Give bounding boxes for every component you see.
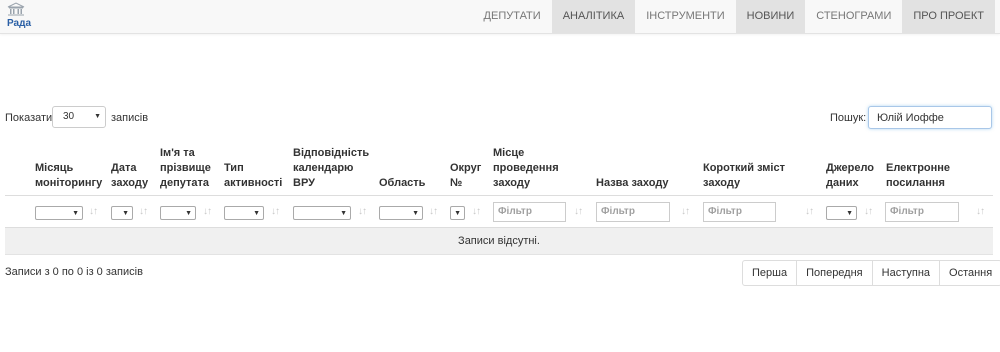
nav-deputies[interactable]: Депутати (473, 0, 552, 33)
filter-region[interactable]: ▼ (379, 206, 423, 220)
sort-icon[interactable]: ↓↑ (429, 206, 438, 217)
sort-icon[interactable]: ↓↑ (89, 206, 98, 217)
sort-icon[interactable]: ↓↑ (681, 206, 690, 217)
caret-down-icon: ▼ (94, 113, 101, 120)
header-activity-type[interactable]: Тип активності (224, 145, 286, 191)
sort-icon[interactable]: ↓↑ (358, 206, 367, 217)
next-page-button[interactable]: Наступна (871, 260, 941, 286)
caret-down-icon: ▼ (412, 210, 419, 217)
filter-event-name[interactable]: Фільтр (596, 202, 670, 222)
filter-event-location[interactable]: Фільтр (493, 202, 566, 222)
previous-page-button[interactable]: Попередня (796, 260, 873, 286)
sort-icon[interactable]: ↓↑ (271, 206, 280, 217)
header-region[interactable]: Область (379, 145, 433, 191)
filter-monitoring-month[interactable]: ▼ (35, 206, 83, 220)
page-length-suffix: записів (111, 112, 149, 124)
page-length-select[interactable]: 30 ▼ (52, 106, 106, 128)
sort-icon[interactable]: ↓↑ (574, 206, 583, 217)
filter-calendar-match[interactable]: ▼ (293, 206, 351, 220)
filter-event-summary[interactable]: Фільтр (703, 202, 776, 222)
sort-icon[interactable]: ↓↑ (203, 206, 212, 217)
sort-icon[interactable]: ↓↑ (472, 206, 481, 217)
filter-deputy-name[interactable]: ▼ (160, 206, 196, 220)
header-data-source[interactable]: Джерело даних (826, 145, 880, 191)
header-deputy-name[interactable]: Ім'я та прізвище депутата (160, 145, 218, 191)
last-page-button[interactable]: Остання (939, 260, 1000, 286)
header-divider (5, 195, 993, 196)
header-electronic-link[interactable]: Електронне посилання (886, 145, 966, 191)
header-event-name[interactable]: Назва заходу (596, 145, 686, 191)
caret-down-icon: ▼ (185, 210, 192, 217)
sort-icon[interactable]: ↓↑ (864, 206, 873, 217)
header-district[interactable]: Округ № (450, 145, 486, 191)
header-event-location[interactable]: Місце проведення заходу (493, 145, 563, 191)
caret-down-icon: ▼ (846, 210, 853, 217)
brand-logo[interactable]: Рада (5, 2, 35, 32)
nav-transcripts[interactable]: Стенограми (805, 0, 902, 33)
brand-text: Рада (7, 18, 32, 29)
caret-down-icon: ▼ (340, 210, 347, 217)
filter-activity-type[interactable]: ▼ (224, 206, 264, 220)
nav-news[interactable]: Новини (735, 0, 806, 33)
header-event-date[interactable]: Дата заходу (111, 145, 153, 191)
header-monitoring-month[interactable]: Місяць моніторингу (35, 145, 105, 191)
sort-icon[interactable]: ↓↑ (976, 206, 985, 217)
building-icon (7, 2, 25, 16)
caret-down-icon: ▼ (454, 210, 461, 217)
page-length-label: Показати (5, 112, 53, 124)
sort-icon[interactable]: ↓↑ (805, 206, 814, 217)
header-event-summary[interactable]: Короткий зміст заходу (703, 145, 799, 191)
search-input[interactable] (868, 106, 992, 129)
table-info: Записи з 0 по 0 із 0 записів (5, 266, 143, 278)
filter-electronic-link[interactable]: Фільтр (885, 202, 959, 222)
filter-event-date[interactable]: ▼ (111, 206, 133, 220)
nav-about[interactable]: Про проект (902, 0, 995, 33)
filter-data-source[interactable]: ▼ (826, 206, 857, 220)
main-nav: Депутати Аналітика Інструменти Новини Ст… (473, 0, 995, 33)
caret-down-icon: ▼ (253, 210, 260, 217)
header-calendar-match[interactable]: Відповідність календарю ВРУ (293, 145, 373, 191)
top-navbar: Рада Депутати Аналітика Інструменти Нови… (0, 0, 1000, 34)
caret-down-icon: ▼ (72, 210, 79, 217)
nav-tools[interactable]: Інструменти (635, 0, 735, 33)
empty-table-message: Записи відсутні. (5, 228, 993, 255)
page-length-value: 30 (63, 111, 75, 122)
pagination: Перша Попередня Наступна Остання (742, 260, 1000, 286)
filter-district[interactable]: ▼ (450, 206, 465, 220)
search-label: Пошук: (830, 112, 867, 124)
sort-icon[interactable]: ↓↑ (139, 206, 148, 217)
first-page-button[interactable]: Перша (742, 260, 798, 286)
caret-down-icon: ▼ (122, 210, 129, 217)
nav-analytics[interactable]: Аналітика (551, 0, 636, 33)
